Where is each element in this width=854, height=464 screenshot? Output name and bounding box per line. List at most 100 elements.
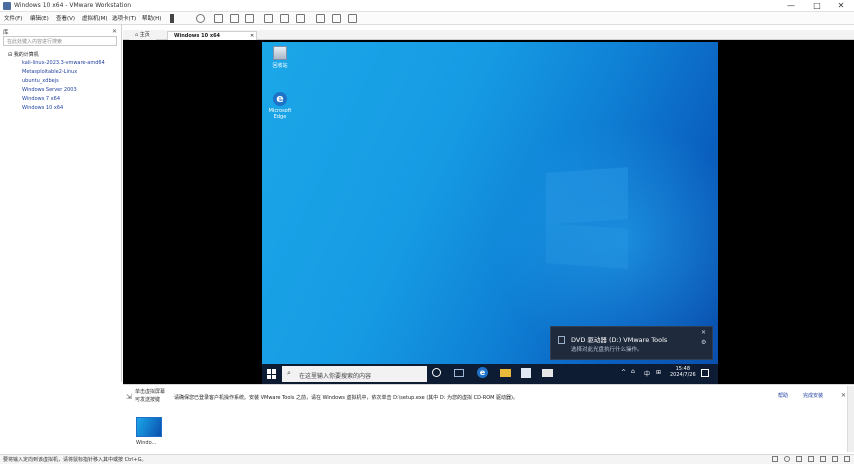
- sidebar-item-win10[interactable]: Windows 10 x64: [22, 105, 63, 111]
- menu-help[interactable]: 帮助(H): [142, 14, 161, 22]
- notification-toast[interactable]: DVD 驱动器 (D:) VMware Tools 选择对此光盘执行什么操作。 …: [550, 326, 713, 360]
- tab-vm-windows10[interactable]: Windows 10 x64 ✕: [167, 31, 257, 40]
- store-icon[interactable]: [521, 368, 531, 378]
- clock-date: 2024/7/26: [670, 372, 696, 378]
- hint-line-1: 单击虚拟屏幕: [135, 389, 166, 395]
- menu-tabs[interactable]: 选项卡(T): [112, 14, 136, 22]
- vmware-tools-message: 请确保您已登录客户机操作系统。安装 VMware Tools 之前，请在 Win…: [174, 395, 519, 401]
- status-text: 要将输入定向到该虚拟机，请将鼠标指针移入其中或按 Ctrl+G。: [3, 457, 147, 463]
- title-bar: Windows 10 x64 - VMware Workstation — □ …: [0, 0, 854, 12]
- windows-logo-pane-bottom-left: [546, 223, 628, 269]
- send-keys-icon[interactable]: [196, 14, 205, 23]
- menu-bar: 文件(F) 编辑(E) 查看(V) 虚拟机(M) 选项卡(T) 帮助(H): [0, 12, 854, 25]
- taskbar-search-box[interactable]: ⌕ 在这里输入你要搜索的内容: [282, 366, 427, 382]
- complete-install-button[interactable]: 完成安装: [803, 392, 823, 399]
- sidebar-item-label: kali-linux-2023.3-vmware-amd64: [22, 60, 105, 66]
- tab-home-label: 主页: [139, 32, 150, 38]
- menu-view[interactable]: 查看(V): [56, 14, 75, 22]
- action-center-icon[interactable]: [701, 369, 709, 377]
- clock[interactable]: 15:48 2024/7/26: [670, 366, 696, 378]
- help-button[interactable]: 帮助: [778, 392, 788, 399]
- hint-line-2: 可发送按键: [135, 397, 161, 403]
- mail-icon[interactable]: [542, 369, 553, 377]
- ime-icon[interactable]: ⊞: [656, 369, 661, 376]
- desktop-icon-recycle-bin[interactable]: 回收站: [265, 46, 295, 69]
- stretch-icon[interactable]: [348, 14, 357, 23]
- thumbnail-bar: Windo...: [123, 412, 854, 454]
- sidebar-item-ubuntu[interactable]: ubuntu_xdbejs: [22, 78, 59, 84]
- tree-root-label: 我的计算机: [13, 52, 39, 58]
- mouse-click-icon: ⇲: [126, 393, 132, 401]
- usb-icon[interactable]: [808, 456, 814, 462]
- unity-icon[interactable]: [332, 14, 341, 23]
- network-adapter-icon[interactable]: [796, 456, 802, 462]
- sidebar-item-label: Windows 7 x64: [22, 96, 61, 102]
- sidebar-item-label: Windows 10 x64: [22, 105, 64, 111]
- close-button[interactable]: ✕: [828, 1, 854, 11]
- revert-snapshot-icon[interactable]: [230, 14, 239, 23]
- toast-settings-icon[interactable]: ⚙: [701, 339, 706, 346]
- sound-icon[interactable]: [820, 456, 826, 462]
- taskbar-edge-icon[interactable]: e: [477, 367, 488, 378]
- fullscreen-icon[interactable]: [316, 14, 325, 23]
- sidebar-item-label: Windows Server 2003: [22, 87, 77, 93]
- window-title: Windows 10 x64 - VMware Workstation: [14, 2, 132, 9]
- menu-edit[interactable]: 编辑(E): [30, 14, 49, 22]
- sidebar-item-kali[interactable]: kali-linux-2023.3-vmware-amd64: [22, 60, 105, 66]
- edge-icon: e: [273, 92, 287, 106]
- toast-close-icon[interactable]: ✕: [701, 329, 706, 336]
- vm-thumbnail[interactable]: [136, 417, 162, 437]
- thumbnail-view-icon[interactable]: [280, 14, 289, 23]
- display-icon[interactable]: [832, 456, 838, 462]
- hint-close-icon[interactable]: ✕: [841, 392, 846, 399]
- desktop-icon-edge[interactable]: e Microsoft Edge: [265, 92, 295, 120]
- input-language[interactable]: 中: [644, 369, 650, 378]
- pause-icon[interactable]: [170, 14, 174, 23]
- sidebar-item-winserver[interactable]: Windows Server 2003: [22, 87, 77, 93]
- desktop-icon-label: Microsoft Edge: [268, 108, 292, 120]
- manage-snapshots-icon[interactable]: [245, 14, 254, 23]
- library-search-input[interactable]: 在此处键入内容进行搜索: [3, 36, 117, 46]
- library-header: 库: [3, 30, 9, 36]
- tray-chevron-icon[interactable]: ^: [621, 369, 626, 376]
- library-icon[interactable]: [264, 14, 273, 23]
- menu-vm[interactable]: 虚拟机(M): [82, 14, 108, 22]
- tab-home[interactable]: ⌂ 主页: [129, 31, 156, 40]
- recycle-bin-icon: [273, 46, 287, 60]
- cortana-icon[interactable]: [432, 368, 441, 377]
- sidebar-item-metasploitable[interactable]: Metasploitable2-Linux: [22, 69, 77, 75]
- maximize-button[interactable]: □: [804, 1, 830, 11]
- sidebar-item-label: Metasploitable2-Linux: [22, 69, 78, 75]
- guest-desktop[interactable]: 回收站 e Microsoft Edge: [262, 42, 718, 364]
- search-icon: ⌕: [287, 369, 291, 377]
- sidebar-item-win7[interactable]: Windows 7 x64: [22, 96, 60, 102]
- vm-thumbnail-label: Windo...: [136, 440, 157, 446]
- thumbnail-scrollbar[interactable]: [847, 386, 854, 452]
- hdd-icon[interactable]: [772, 456, 778, 462]
- tree-root-my-computer[interactable]: ⊟ 我的计算机: [8, 51, 39, 58]
- hint-bar: ⇲ 单击虚拟屏幕 可发送按键 请确保您已登录客户机操作系统。安装 VMware …: [123, 384, 854, 412]
- windows-logo-pane-top-left: [546, 167, 628, 225]
- library-sidebar: 库 ✕ 在此处键入内容进行搜索 ⊟ 我的计算机 kali-linux-2023.…: [0, 25, 122, 382]
- toast-title: DVD 驱动器 (D:) VMware Tools: [571, 336, 668, 344]
- cdrom-icon[interactable]: [784, 456, 790, 462]
- status-bar: 要将输入定向到该虚拟机，请将鼠标指针移入其中或按 Ctrl+G。: [0, 454, 854, 464]
- file-explorer-icon[interactable]: [500, 369, 511, 377]
- toast-body: 选择对此光盘执行什么操作。: [571, 347, 643, 353]
- console-view-icon[interactable]: [296, 14, 305, 23]
- vmware-app-icon: [3, 2, 11, 10]
- task-view-icon[interactable]: [454, 369, 464, 377]
- message-log-icon[interactable]: [844, 456, 850, 462]
- sidebar-close-icon[interactable]: ✕: [112, 28, 117, 35]
- snapshot-icon[interactable]: [214, 14, 223, 23]
- tab-vm-label: Windows 10 x64: [174, 33, 221, 39]
- minimize-button[interactable]: —: [778, 1, 804, 11]
- network-icon[interactable]: ⌂: [631, 368, 635, 375]
- taskbar-search-placeholder: 在这里输入你要搜索的内容: [299, 373, 372, 380]
- tab-strip: ⌂ 主页 Windows 10 x64 ✕: [123, 30, 854, 40]
- desktop-icon-label: 回收站: [272, 63, 288, 69]
- dvd-drive-icon: [558, 336, 565, 344]
- library-search-placeholder: 在此处键入内容进行搜索: [7, 39, 63, 45]
- start-button[interactable]: [267, 369, 277, 379]
- menu-file[interactable]: 文件(F): [4, 14, 22, 22]
